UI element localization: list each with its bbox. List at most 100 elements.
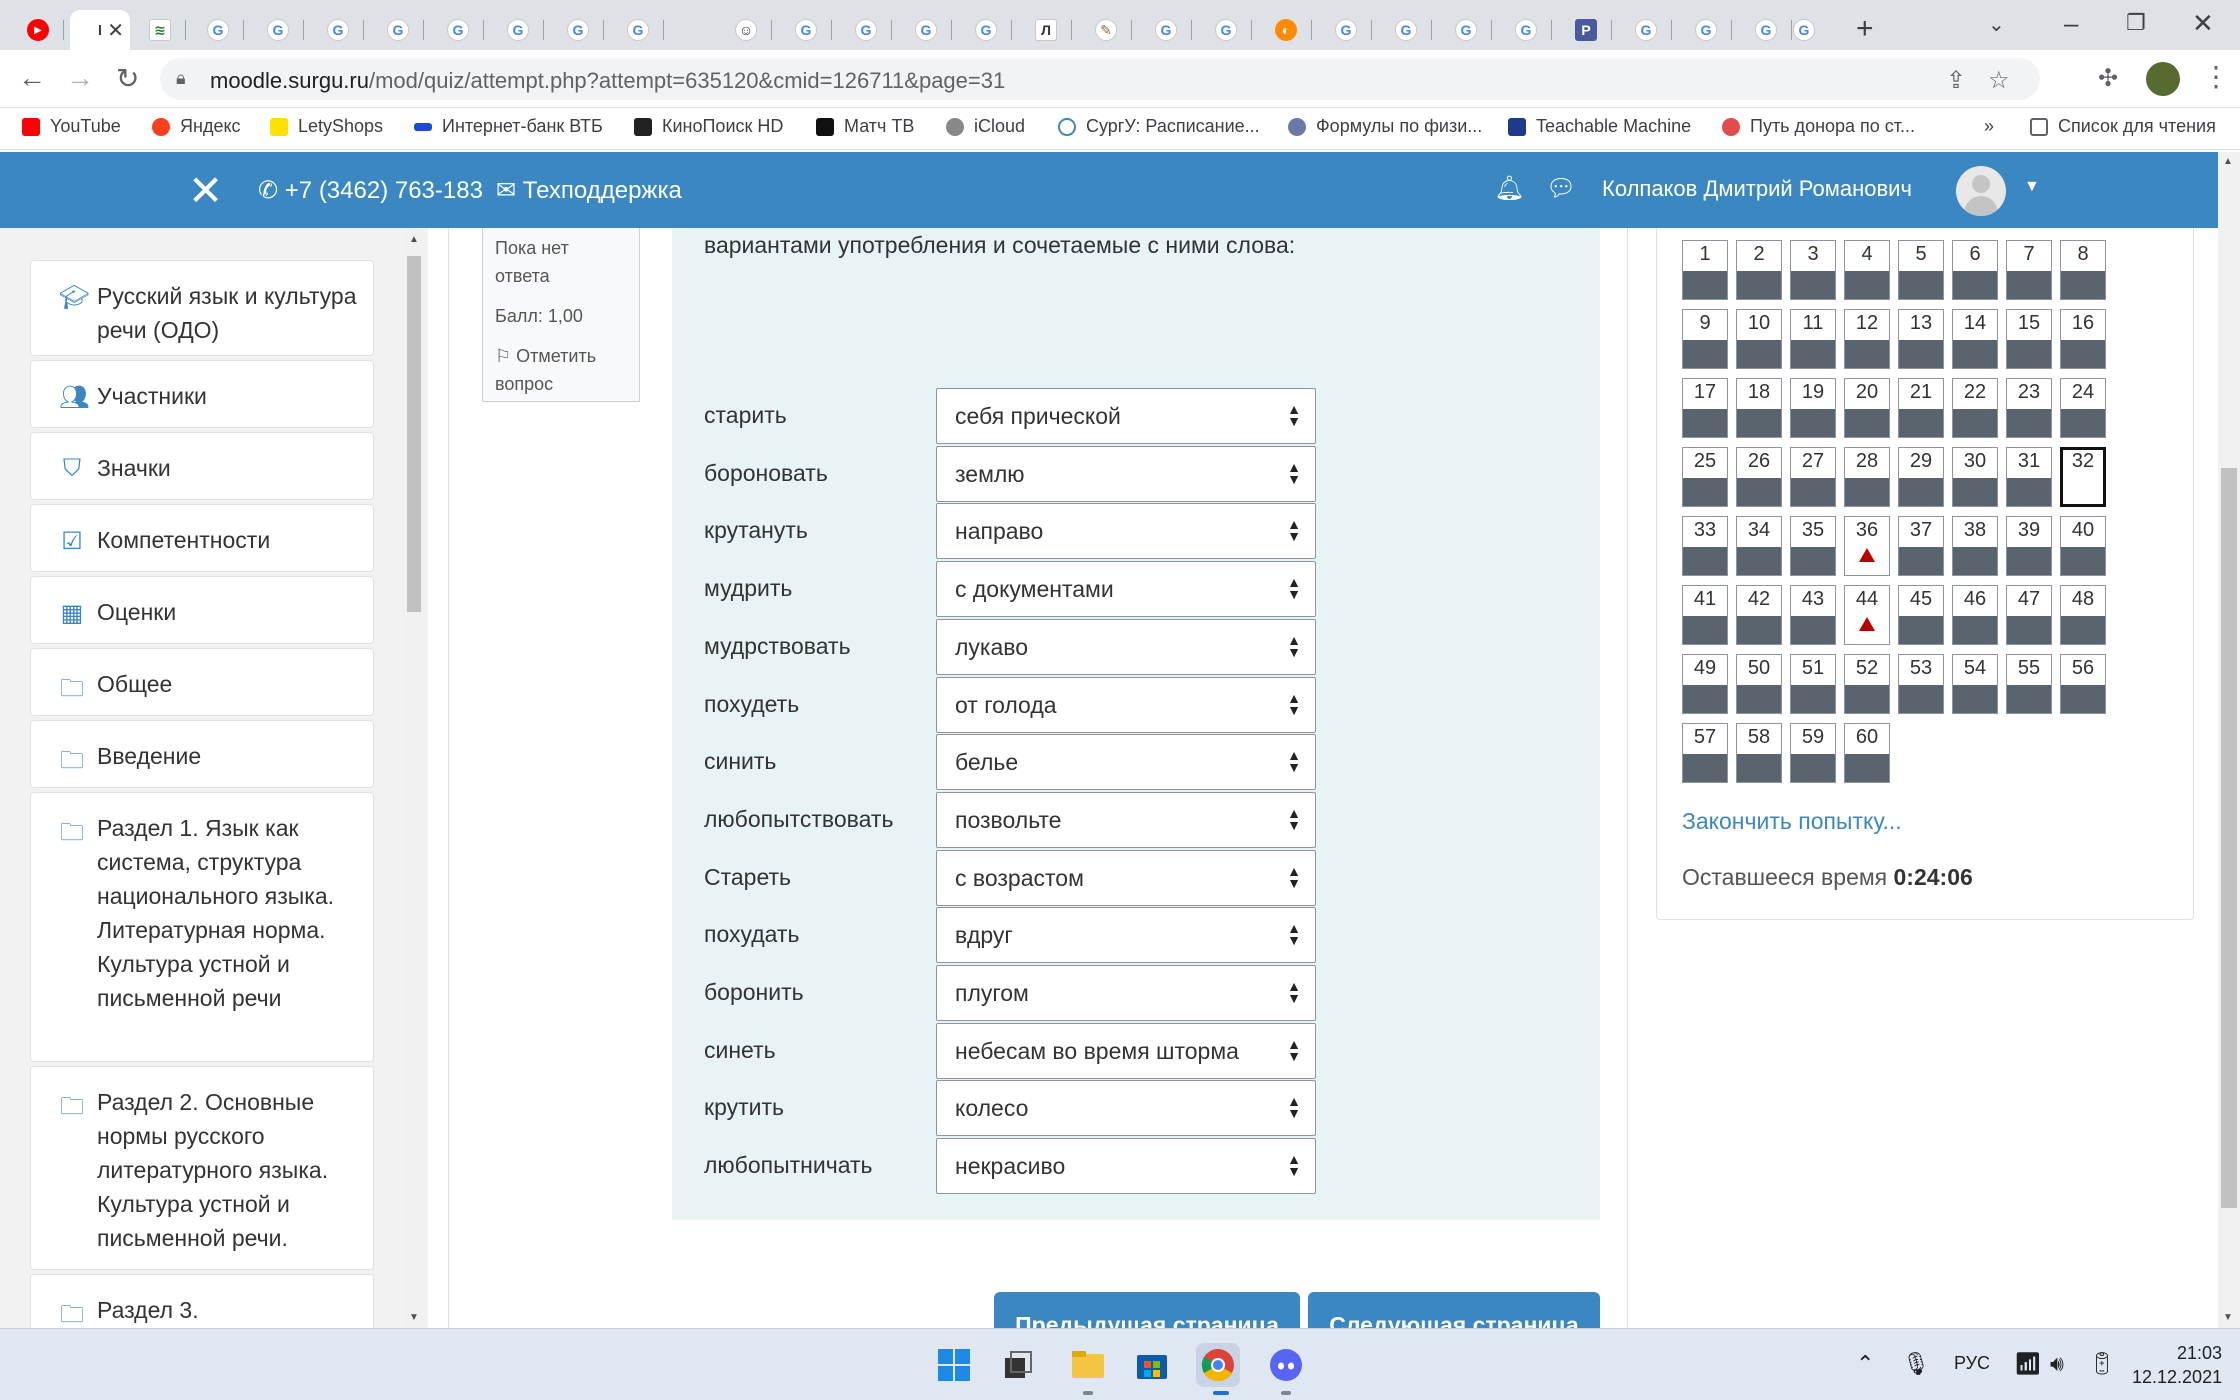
quiz-nav-button[interactable]: 55 (2006, 654, 2052, 714)
quiz-nav-button[interactable]: 14 (1952, 309, 1998, 369)
share-icon[interactable]: ⇪ (1946, 66, 1966, 95)
extensions-icon[interactable]: ✣ (2098, 64, 2118, 93)
browser-tab[interactable]: Л (1020, 10, 1072, 50)
bookmark-teachable[interactable]: Teachable Machine (1508, 116, 1691, 137)
quiz-nav-button[interactable]: 43 (1790, 585, 1836, 645)
file-explorer-icon[interactable] (1066, 1343, 1110, 1387)
quiz-nav-button[interactable]: 22 (1952, 378, 1998, 438)
browser-tab[interactable]: G (780, 10, 832, 50)
quiz-nav-button[interactable]: 59 (1790, 723, 1836, 783)
window-close-button[interactable]: ✕ (2192, 8, 2214, 39)
quiz-nav-button[interactable]: 56 (2060, 654, 2106, 714)
quiz-nav-button[interactable]: 6 (1952, 240, 1998, 300)
quiz-nav-button[interactable]: 42 (1736, 585, 1782, 645)
quiz-nav-button[interactable]: 28 (1844, 447, 1890, 507)
quiz-nav-button[interactable]: 17 (1682, 378, 1728, 438)
volume-icon[interactable]: 🔊︎ (2050, 1351, 2064, 1377)
answer-select[interactable]: землю ▲ ▼ (936, 445, 1316, 502)
quiz-nav-button[interactable]: 58 (1736, 723, 1782, 783)
back-button[interactable]: ← (18, 62, 46, 94)
bookmark-kinopoisk[interactable]: КиноПоиск HD (634, 116, 783, 137)
quiz-nav-button[interactable]: 16 (2060, 309, 2106, 369)
browser-tab[interactable]: G (1440, 10, 1492, 50)
browser-tab[interactable]: ≋ (134, 10, 186, 50)
answer-select[interactable]: лукаво ▲ ▼ (936, 618, 1316, 675)
drawer-item-section-2[interactable]: 🗀 Раздел 2. Основные нормы русского лите… (30, 1066, 374, 1270)
bookmark-youtube[interactable]: YouTube (22, 116, 121, 137)
answer-select[interactable]: себя прической ▲ ▼ (936, 388, 1316, 444)
browser-tab[interactable]: G (1620, 10, 1672, 50)
browser-tab[interactable]: ▶ (12, 10, 64, 50)
quiz-nav-button-current[interactable]: 32 (2060, 447, 2106, 507)
quiz-nav-button[interactable]: 53 (1898, 654, 1944, 714)
bookmark-icloud[interactable]: iCloud (946, 116, 1025, 137)
bookmark-letyshops[interactable]: LetyShops (270, 116, 383, 137)
quiz-nav-button[interactable]: 25 (1682, 447, 1728, 507)
drawer-item-participants[interactable]: 👥︎ Участники (30, 360, 374, 428)
flag-question-button[interactable]: ⚐ Отметить вопрос (495, 342, 627, 398)
task-view-icon[interactable] (996, 1343, 1040, 1387)
browser-tab[interactable]: G (432, 10, 484, 50)
drawer-scroll-up-icon[interactable]: ▲ (409, 234, 419, 245)
quiz-nav-button[interactable]: 57 (1682, 723, 1728, 783)
quiz-nav-button[interactable]: 30 (1952, 447, 1998, 507)
browser-tab[interactable]: P (1560, 10, 1612, 50)
quiz-nav-button[interactable]: 27 (1790, 447, 1836, 507)
answer-select[interactable]: направо ▲ ▼ (936, 503, 1316, 560)
bookmarks-overflow[interactable]: » (1984, 116, 1994, 137)
quiz-nav-button[interactable]: 44 (1844, 585, 1890, 645)
browser-tab[interactable]: G (1200, 10, 1252, 50)
support-link[interactable]: ✉ Техподдержка (496, 176, 682, 205)
quiz-nav-button[interactable]: 40 (2060, 516, 2106, 576)
user-avatar[interactable] (1956, 166, 2006, 216)
drawer-scrollbar[interactable]: ▲ ▼ (404, 228, 424, 1328)
quiz-nav-button[interactable]: 15 (2006, 309, 2052, 369)
browser-tab[interactable]: G (612, 10, 664, 50)
quiz-nav-button[interactable]: 12 (1844, 309, 1890, 369)
drawer-item-general[interactable]: 🗀 Общее (30, 648, 374, 716)
quiz-nav-button[interactable]: 39 (2006, 516, 2052, 576)
bookmark-formulas[interactable]: Формулы по физи... (1288, 116, 1482, 137)
quiz-nav-button[interactable]: 36 (1844, 516, 1890, 576)
bookmark-yandex[interactable]: Яндекс (152, 116, 241, 137)
address-bar[interactable]: 🔒︎ moodle.surgu.ru/mod/quiz/attempt.php?… (160, 58, 2040, 100)
quiz-nav-button[interactable]: 29 (1898, 447, 1944, 507)
quiz-nav-button[interactable]: 8 (2060, 240, 2106, 300)
reading-list[interactable]: Список для чтения (2030, 116, 2216, 137)
answer-select[interactable]: от голода ▲ ▼ (936, 676, 1316, 733)
answer-select[interactable]: вдруг ▲ ▼ (936, 907, 1316, 964)
restore-button[interactable]: ❐ (2126, 10, 2146, 36)
tab-search-icon[interactable]: ⌄ (1988, 12, 2005, 37)
wifi-icon[interactable]: 📶︎ (2014, 1351, 2042, 1377)
quiz-nav-button[interactable]: 13 (1898, 309, 1944, 369)
quiz-nav-button[interactable]: 48 (2060, 585, 2106, 645)
browser-tab-active[interactable]: l ✕ (70, 10, 130, 50)
browser-tab[interactable]: G (492, 10, 544, 50)
browser-tab[interactable]: G (372, 10, 424, 50)
forward-button[interactable]: → (66, 62, 94, 94)
quiz-nav-button[interactable]: 26 (1736, 447, 1782, 507)
profile-avatar[interactable] (2146, 62, 2180, 96)
tray-overflow-icon[interactable]: ⌃ (1856, 1351, 1874, 1377)
quiz-nav-button[interactable]: 50 (1736, 654, 1782, 714)
quiz-nav-button[interactable]: 38 (1952, 516, 1998, 576)
browser-tab[interactable]: G (1380, 10, 1432, 50)
bookmark-star-icon[interactable]: ☆ (1988, 66, 2010, 95)
browser-tab[interactable]: ◐ (1260, 10, 1312, 50)
drawer-item-grades[interactable]: ▦ Оценки (30, 576, 374, 644)
quiz-nav-button[interactable]: 31 (2006, 447, 2052, 507)
quiz-nav-button[interactable]: 47 (2006, 585, 2052, 645)
drawer-scroll-down-icon[interactable]: ▼ (409, 1312, 419, 1323)
quiz-nav-button[interactable]: 9 (1682, 309, 1728, 369)
microphone-icon[interactable]: 🎙︎ (1902, 1351, 1930, 1377)
drawer-item-badges[interactable]: ⛉ Значки (30, 432, 374, 500)
new-tab-button[interactable]: + (1856, 12, 1874, 46)
quiz-nav-button[interactable]: 34 (1736, 516, 1782, 576)
answer-select[interactable]: плугом ▲ ▼ (936, 965, 1316, 1021)
support-phone[interactable]: ✆ +7 (3462) 763-183 (258, 176, 483, 205)
answer-select[interactable]: некрасиво ▲ ▼ (936, 1138, 1316, 1195)
quiz-nav-button[interactable]: 41 (1682, 585, 1728, 645)
browser-tab[interactable]: G (840, 10, 892, 50)
quiz-nav-button[interactable]: 2 (1736, 240, 1782, 300)
quiz-nav-button[interactable]: 24 (2060, 378, 2106, 438)
